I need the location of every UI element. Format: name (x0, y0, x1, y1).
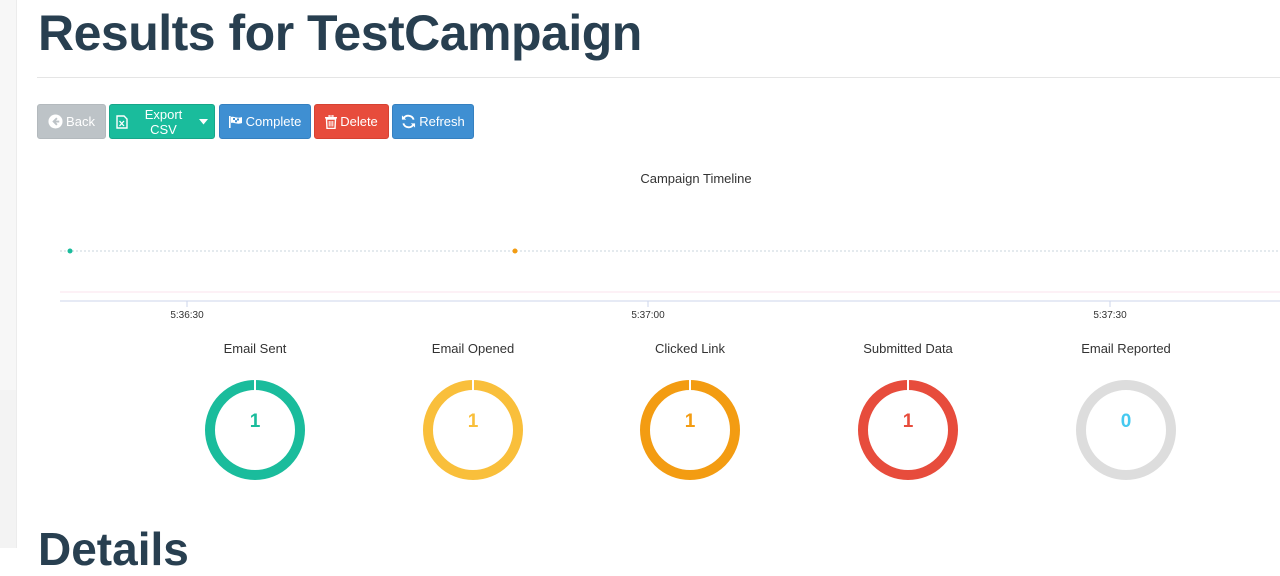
donut-chart: 1 (638, 378, 742, 482)
stat-submitted-data: Submitted Data 1 (808, 340, 1008, 482)
stat-label: Email Sent (223, 341, 287, 356)
timeline-title: Campaign Timeline (640, 171, 752, 186)
stat-value: 0 (1120, 411, 1132, 432)
stat-label: Email Opened (431, 341, 515, 356)
donut-chart: 0 (1074, 378, 1178, 482)
timeline-event-email-opened[interactable] (512, 248, 518, 254)
stat-label: Email Reported (1081, 341, 1171, 356)
page-title: Results for TestCampaign (38, 5, 642, 61)
sidebar-edge-lower (0, 390, 16, 548)
complete-button[interactable]: Complete (219, 104, 311, 139)
back-button[interactable]: Back (37, 104, 106, 139)
stat-value: 1 (467, 411, 479, 432)
stat-email-opened: Email Opened 1 (373, 340, 573, 482)
details-heading: Details (38, 523, 189, 575)
file-excel-icon (116, 114, 128, 129)
export-csv-button[interactable]: Export CSV (109, 104, 215, 139)
refresh-button-label: Refresh (419, 114, 465, 129)
stat-value: 1 (684, 411, 696, 432)
flag-checkered-icon (228, 115, 243, 128)
tick-label: 5:37:30 (1093, 310, 1127, 321)
tick-label: 5:37:00 (631, 310, 665, 321)
back-button-label: Back (66, 114, 95, 129)
campaign-timeline-chart: 5:36:30 5:37:00 5:37:30 (60, 248, 1280, 321)
refresh-icon (401, 114, 416, 129)
back-arrow-icon (48, 114, 63, 129)
complete-button-label: Complete (245, 114, 302, 129)
tick-label: 5:36:30 (170, 310, 204, 321)
stat-value: 1 (902, 411, 914, 432)
timeline-event-email-sent[interactable] (67, 248, 73, 254)
donut-chart: 1 (203, 378, 307, 482)
delete-button[interactable]: Delete (314, 104, 389, 139)
export-csv-label: Export CSV (144, 106, 183, 137)
title-divider (37, 77, 1280, 78)
stat-label: Clicked Link (654, 341, 726, 356)
stat-email-sent: Email Sent 1 (155, 340, 355, 482)
delete-button-label: Delete (340, 114, 378, 129)
stat-clicked-link: Clicked Link 1 (590, 340, 790, 482)
stat-email-reported: Email Reported 0 (1026, 340, 1226, 482)
donut-chart: 1 (856, 378, 960, 482)
stat-label: Submitted Data (863, 341, 953, 356)
trash-icon (325, 114, 338, 129)
donut-chart: 1 (421, 378, 525, 482)
caret-down-icon (199, 118, 208, 125)
refresh-button[interactable]: Refresh (392, 104, 474, 139)
stat-value: 1 (249, 411, 261, 432)
